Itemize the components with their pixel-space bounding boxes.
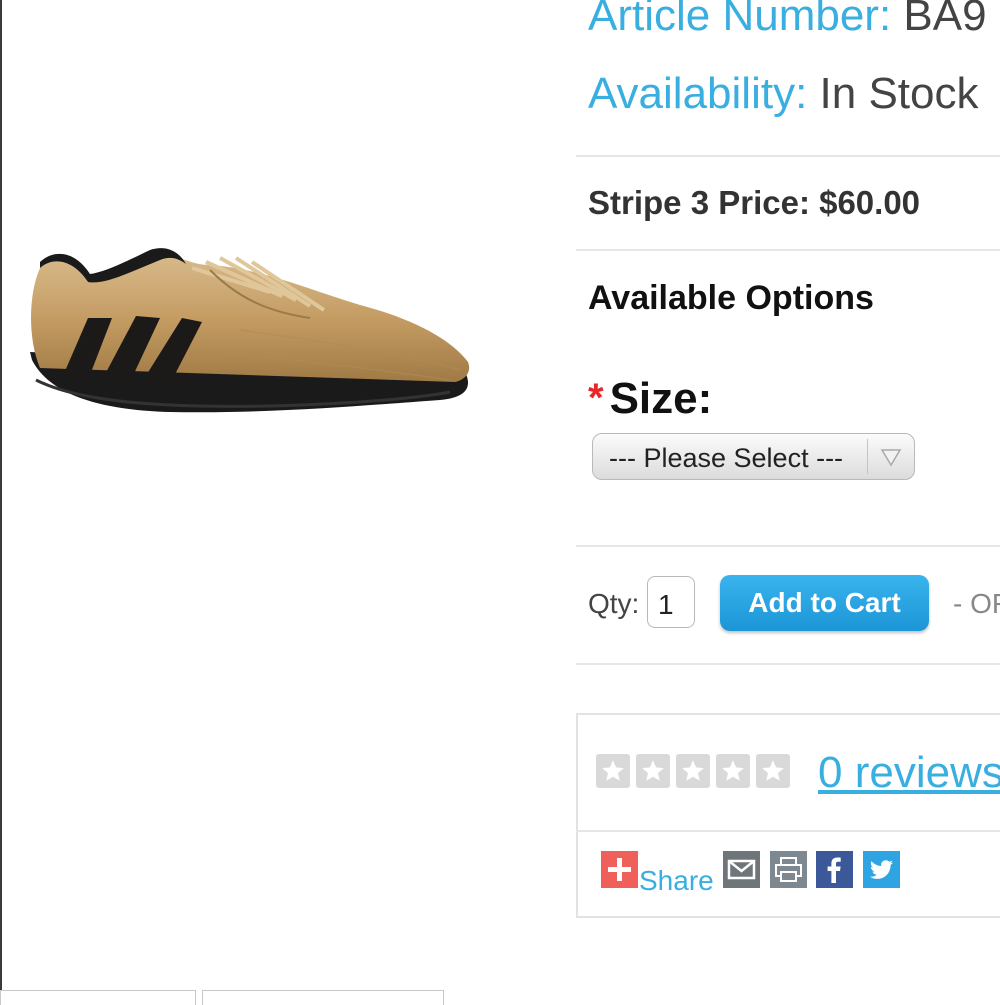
star-icon bbox=[756, 754, 790, 788]
add-to-cart-button[interactable]: Add to Cart bbox=[720, 575, 929, 631]
product-image[interactable] bbox=[10, 0, 530, 470]
size-label: Size: bbox=[609, 374, 713, 423]
divider bbox=[576, 830, 1000, 832]
article-number-row: Article Number: BA9 bbox=[588, 0, 987, 38]
star-icon bbox=[676, 754, 710, 788]
chevron-down-icon bbox=[880, 449, 902, 467]
star-icon bbox=[636, 754, 670, 788]
required-asterisk: * bbox=[588, 376, 604, 420]
thumbnail-tab-1[interactable] bbox=[0, 990, 196, 1005]
size-label-row: * Size: bbox=[588, 374, 712, 424]
twitter-icon[interactable] bbox=[863, 851, 900, 888]
qty-input[interactable]: 1 bbox=[647, 576, 695, 628]
reviews-link[interactable]: 0 reviews bbox=[818, 748, 1000, 798]
page-left-border bbox=[0, 0, 2, 1000]
availability-value: In Stock bbox=[819, 69, 979, 118]
qty-label: Qty: bbox=[588, 588, 640, 619]
size-select[interactable]: --- Please Select --- bbox=[592, 433, 915, 480]
star-icon bbox=[596, 754, 630, 788]
add-share-icon[interactable] bbox=[601, 851, 638, 888]
facebook-icon[interactable] bbox=[816, 851, 853, 888]
share-label[interactable]: Share bbox=[639, 865, 714, 897]
article-number-value: BA9 bbox=[903, 0, 987, 40]
thumbnail-tab-2[interactable] bbox=[202, 990, 444, 1005]
divider bbox=[576, 545, 1000, 547]
rating-stars bbox=[596, 754, 796, 788]
divider bbox=[576, 249, 1000, 251]
divider bbox=[576, 663, 1000, 665]
options-title: Available Options bbox=[588, 279, 874, 317]
price-text: Stripe 3 Price: $60.00 bbox=[588, 184, 921, 221]
article-number-label: Article Number: bbox=[588, 0, 892, 40]
select-separator bbox=[867, 439, 868, 474]
size-select-value: --- Please Select --- bbox=[609, 443, 844, 473]
star-icon bbox=[716, 754, 750, 788]
divider bbox=[576, 155, 1000, 157]
or-text: - OF bbox=[953, 588, 1000, 619]
print-icon[interactable] bbox=[770, 851, 807, 888]
availability-label: Availability: bbox=[588, 69, 808, 118]
email-icon[interactable] bbox=[723, 851, 760, 888]
availability-row: Availability: In Stock bbox=[588, 72, 979, 116]
